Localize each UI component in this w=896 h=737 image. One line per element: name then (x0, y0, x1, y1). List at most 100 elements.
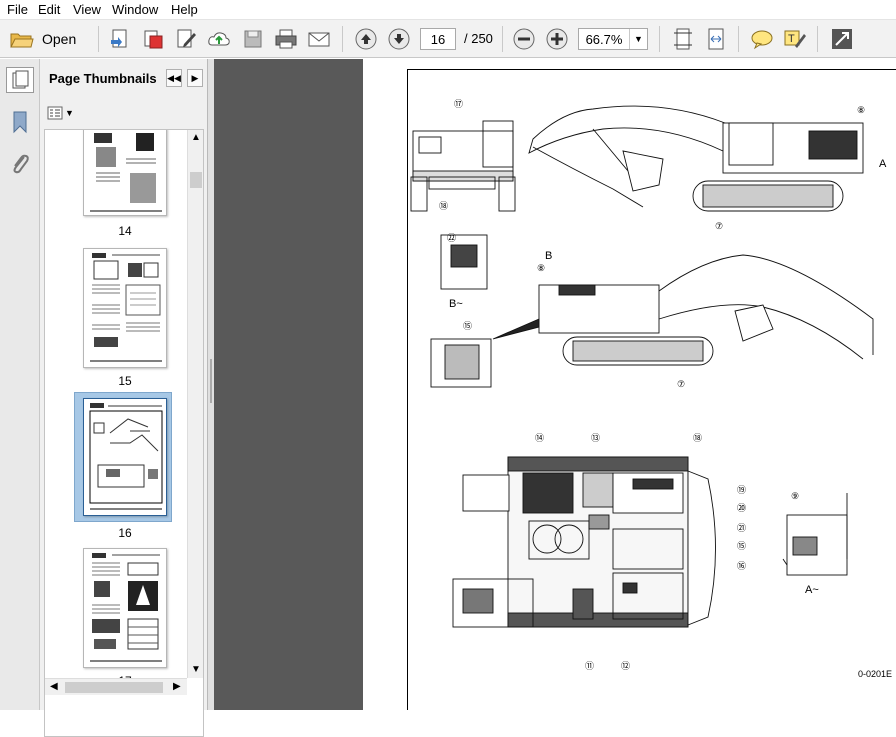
fullscreen-button[interactable] (830, 27, 854, 51)
fit-page-button[interactable] (671, 27, 695, 51)
menu-view[interactable]: View (73, 2, 101, 17)
open-folder-icon (10, 33, 34, 48)
comment-icon (751, 30, 773, 50)
menu-window[interactable]: Window (112, 2, 158, 17)
page-preview (90, 253, 162, 362)
callout: ⑮ (463, 321, 472, 331)
save-button[interactable] (241, 27, 265, 51)
toolbar-separator (817, 26, 818, 52)
callout: ⑱ (439, 201, 448, 211)
svg-text:T: T (788, 33, 795, 45)
callout: ⑳ (737, 503, 746, 513)
toolbar-separator (659, 26, 660, 52)
menu-help[interactable]: Help (171, 2, 198, 17)
drawing-code: 0-0201E (858, 669, 893, 679)
page-thumbnails-tab[interactable] (6, 67, 34, 93)
email-icon (308, 32, 330, 47)
splitter-grip (210, 359, 212, 403)
thumbnail-label: 15 (118, 374, 132, 388)
page-up-button[interactable] (354, 27, 378, 51)
attachments-tab[interactable] (8, 151, 32, 177)
create-pdf-button[interactable] (108, 27, 132, 51)
callout: ⑧ (857, 105, 865, 115)
email-button[interactable] (307, 27, 331, 51)
panel-next-button[interactable]: ▶ (187, 69, 203, 87)
callout: ㉑ (737, 523, 746, 533)
cloud-upload-button[interactable] (207, 27, 231, 51)
callout: ⑦ (715, 221, 723, 231)
navigation-rail (0, 59, 40, 710)
toolbar-separator (342, 26, 343, 52)
scroll-left-arrow-icon[interactable]: ◀ (50, 681, 58, 692)
document-background (214, 59, 363, 710)
combine-button[interactable] (141, 27, 165, 51)
print-button[interactable] (274, 27, 298, 51)
page-down-button[interactable] (387, 27, 411, 51)
double-chevron-left-icon: ◀◀ (167, 72, 181, 83)
thumbnail-page-14[interactable] (83, 130, 167, 216)
zoom-in-icon (546, 28, 568, 50)
callout: ⑦ (677, 379, 685, 389)
callout: ⑰ (454, 99, 463, 109)
page-preview (90, 133, 162, 212)
edit-icon (177, 29, 196, 48)
callout: ⑲ (737, 485, 746, 495)
chevron-down-icon: ▼ (65, 108, 74, 118)
toolbar-separator (98, 26, 99, 52)
panel-title: Page Thumbnails (49, 71, 157, 86)
thumbnail-page-15[interactable] (83, 248, 167, 368)
page-down-icon (388, 28, 410, 50)
scrollbar-thumb[interactable] (65, 682, 163, 693)
callout: ⑱ (693, 433, 702, 443)
zoom-combobox[interactable]: ▼ (578, 28, 648, 50)
comment-button[interactable] (750, 27, 774, 51)
page-number-input[interactable] (420, 28, 456, 50)
scroll-right-arrow-icon[interactable]: ▶ (173, 681, 181, 692)
thumbnail-horizontal-scrollbar[interactable]: ◀ ▶ (45, 678, 187, 695)
scroll-down-arrow-icon[interactable]: ▼ (191, 664, 201, 675)
fit-width-button[interactable] (704, 27, 728, 51)
chevron-right-icon: ▶ (191, 72, 199, 83)
collapse-panel-button[interactable]: ◀◀ (166, 69, 182, 87)
cloud-upload-icon (208, 32, 230, 46)
bookmarks-tab[interactable] (8, 109, 32, 135)
zoom-dropdown-button[interactable]: ▼ (629, 29, 647, 49)
thumbnail-label: 14 (118, 224, 132, 238)
edit-button[interactable] (174, 27, 198, 51)
scroll-up-arrow-icon[interactable]: ▲ (191, 132, 201, 143)
document-page[interactable]: ⑰ ⑧ ⑱ ⑦ ㉒ ⑧ ⑮ ⑦ ⑭ ⑬ ⑱ ⑲ ⑳ ㉑ ⑮ ⑯ ⑪ ⑫ ⑨ A … (363, 59, 896, 710)
page-preview (89, 403, 163, 510)
thumbnails-header: Page Thumbnails ◀◀ ▶ (40, 59, 208, 97)
pages-icon (12, 70, 29, 89)
scrollbar-thumb[interactable] (190, 172, 202, 188)
thumbnail-options-button[interactable]: ▼ (47, 105, 75, 121)
callout: ⑮ (737, 541, 746, 551)
callout: ⑬ (591, 433, 600, 443)
thumbnail-vertical-scrollbar[interactable]: ▲ ▼ (187, 130, 203, 678)
highlight-icon: T (784, 30, 806, 48)
callout: ㉒ (447, 233, 456, 243)
create-pdf-icon (111, 29, 127, 48)
menu-file[interactable]: File (7, 2, 28, 17)
zoom-out-button[interactable] (512, 27, 536, 51)
menu-bar: File Edit View Window Help (0, 0, 896, 20)
view-label: A (879, 158, 887, 170)
zoom-input[interactable] (579, 29, 629, 49)
thumbnail-page-16[interactable] (83, 398, 167, 516)
paperclip-icon (13, 154, 29, 174)
callout: ⑫ (621, 661, 630, 671)
options-menu-icon (47, 106, 63, 120)
fit-width-icon (708, 28, 724, 50)
open-button[interactable]: Open (6, 26, 90, 52)
view-label: B (545, 250, 552, 262)
zoom-in-button[interactable] (545, 27, 569, 51)
thumbnail-page-17[interactable] (83, 548, 167, 668)
print-icon (275, 29, 297, 49)
toolbar-separator (738, 26, 739, 52)
menu-edit[interactable]: Edit (38, 2, 60, 17)
toolbar-separator (502, 26, 503, 52)
thumbnail-list[interactable]: 14 15 16 ▲ ▼ ◀ ▶ (44, 129, 204, 737)
page-preview (90, 553, 162, 662)
highlight-button[interactable]: T (783, 27, 807, 51)
callout: ⑯ (737, 561, 746, 571)
